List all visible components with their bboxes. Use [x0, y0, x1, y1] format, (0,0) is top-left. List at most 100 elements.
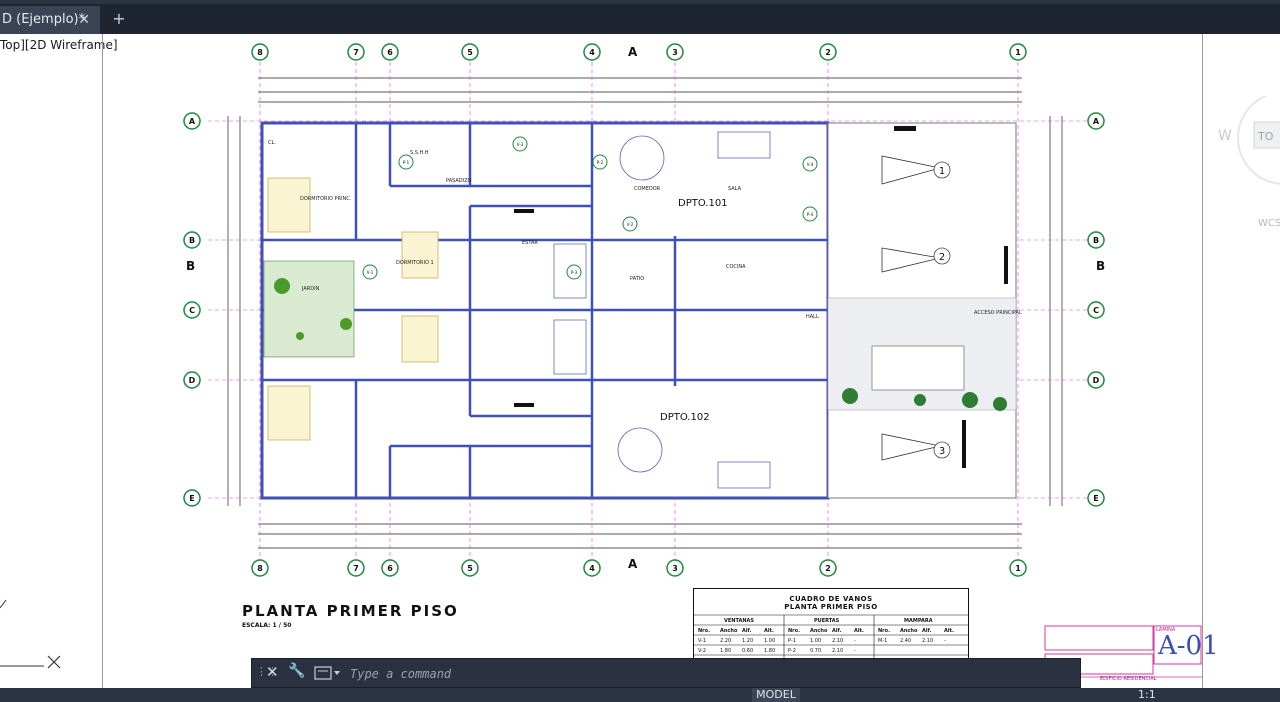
viewcube-west-label[interactable]: W — [1218, 128, 1232, 144]
room-label: COCINA — [726, 264, 746, 270]
room-label: ACCESO PRINCIPAL — [974, 310, 1022, 316]
openings-cell: 0.70 — [810, 648, 821, 654]
axis-label: B — [1093, 236, 1099, 245]
axis-label: C — [189, 306, 195, 315]
axis-label: D — [189, 376, 196, 385]
axis-label: 8 — [257, 564, 263, 573]
sheet-left-edge — [102, 34, 103, 688]
openings-column-header: Nro. — [788, 628, 800, 634]
title-block-caption: EDIFICIO RESIDENCIAL — [1100, 676, 1157, 682]
axis-label: E — [1093, 494, 1098, 503]
room-label: S.S.H.H — [410, 150, 429, 156]
ucs-icon — [0, 599, 61, 669]
section-mark: A — [628, 557, 638, 571]
openings-cell: V-1 — [698, 638, 706, 644]
openings-group-header: PUERTAS — [814, 618, 840, 624]
openings-column-header: Alt. — [944, 628, 954, 634]
openings-cell: 2.10 — [832, 638, 843, 644]
openings-column-header: Alf. — [922, 628, 931, 634]
axis-label: 5 — [467, 48, 473, 57]
command-history-icon[interactable] — [314, 665, 342, 681]
axis-label: 7 — [353, 48, 359, 57]
sheet-number: A-01 — [1158, 631, 1219, 661]
room-label: PATIO — [630, 276, 644, 282]
viewcube[interactable]: W TO WCS — [1214, 96, 1280, 236]
openings-group-header: MAMPARA — [904, 618, 933, 624]
tag-label: V-1 — [367, 270, 374, 275]
axis-label: C — [1093, 306, 1099, 315]
axis-label: 5 — [467, 564, 473, 573]
openings-column-header: Ancho — [810, 628, 828, 634]
openings-cell: - — [854, 648, 856, 654]
room-label: DORMITORIO 1 — [396, 260, 434, 266]
axis-label: 6 — [387, 564, 393, 573]
axis-label: 3 — [672, 48, 678, 57]
tag-label: V-3 — [517, 142, 524, 147]
openings-group-header: VENTANAS — [724, 618, 754, 624]
openings-cell: 2.10 — [922, 638, 933, 644]
command-input[interactable] — [348, 664, 1072, 684]
command-line[interactable]: ⋮⋮ ✕ 🔧 — [251, 658, 1081, 688]
new-tab-button[interactable]: + — [108, 6, 130, 34]
openings-column-header: Nro. — [878, 628, 890, 634]
axis-label: 8 — [257, 48, 263, 57]
axis-label: E — [189, 494, 194, 503]
section-mark: B — [186, 259, 195, 273]
openings-cell: 1.00 — [764, 638, 775, 644]
openings-cell: P-2 — [788, 648, 796, 654]
axis-label: A — [189, 117, 196, 126]
openings-cell: 2.40 — [900, 638, 911, 644]
openings-cell: 1.20 — [742, 638, 753, 644]
openings-cell: P-1 — [788, 638, 796, 644]
status-bar: MODEL 1:1 — [0, 688, 1280, 702]
viewport-controls-label[interactable]: Top][2D Wireframe] — [0, 38, 118, 52]
openings-cell: - — [854, 638, 856, 644]
axis-label: B — [189, 236, 195, 245]
parking-number: 2 — [939, 252, 945, 263]
axis-label: 1 — [1015, 564, 1021, 573]
room-label: JARDIN — [301, 286, 320, 292]
openings-column-header: Ancho — [720, 628, 738, 634]
close-tab-icon[interactable]: ✕ — [78, 6, 90, 34]
customize-wrench-icon[interactable]: 🔧 — [288, 663, 305, 679]
openings-cell: V-2 — [698, 648, 706, 654]
close-command-line-icon[interactable]: ✕ — [266, 663, 279, 681]
axis-label: 2 — [825, 48, 831, 57]
openings-cell: 1.00 — [810, 638, 821, 644]
drawing-tab-label: D (Ejemplo)* — [2, 12, 86, 27]
openings-cell: 0.60 — [742, 648, 753, 654]
axis-label: 4 — [589, 48, 595, 57]
tag-label: P-3 — [571, 270, 578, 275]
axis-label: 3 — [672, 564, 678, 573]
openings-column-header: Alt. — [764, 628, 774, 634]
axis-label: A — [1093, 117, 1100, 126]
drawing-tab[interactable]: D (Ejemplo)* ✕ — [0, 6, 100, 34]
floor-plan-drawing: 8 8 7 7 6 6 5 5 4 4 3 3 2 2 1 1 A A B B C C D D E E A A B B DPTO.101 DP… — [183, 43, 1105, 577]
openings-cell: 2.10 — [832, 648, 843, 654]
axis-label: 4 — [589, 564, 595, 573]
parking-number: 1 — [939, 166, 945, 177]
openings-cell: 2.20 — [720, 638, 731, 644]
sheet-right-edge — [1202, 34, 1203, 688]
openings-cell: M-1 — [878, 638, 887, 644]
axis-label: D — [1093, 376, 1100, 385]
room-label: HALL — [806, 314, 819, 320]
room-label: PASADIZO — [446, 178, 472, 184]
section-mark: A — [628, 45, 638, 59]
tag-label: P-2 — [597, 160, 604, 165]
tag-label: P-1 — [403, 160, 410, 165]
tag-label: V-4 — [807, 162, 814, 167]
section-mark: B — [1096, 259, 1105, 273]
openings-cell: 1.80 — [720, 648, 731, 654]
annotation-scale-button[interactable]: 1:1 — [1138, 688, 1156, 702]
plan-title: PLANTA PRIMER PISO — [242, 602, 459, 620]
wcs-menu[interactable]: WCS — [1258, 218, 1280, 229]
axis-label: 7 — [353, 564, 359, 573]
tag-label: P-4 — [807, 212, 814, 217]
tag-label: V-2 — [627, 222, 634, 227]
room-label: ESTAR — [522, 240, 538, 246]
model-space-button[interactable]: MODEL — [752, 688, 800, 702]
viewcube-top-face[interactable]: TO — [1257, 130, 1274, 143]
axis-label: 2 — [825, 564, 831, 573]
openings-cell: - — [944, 638, 946, 644]
